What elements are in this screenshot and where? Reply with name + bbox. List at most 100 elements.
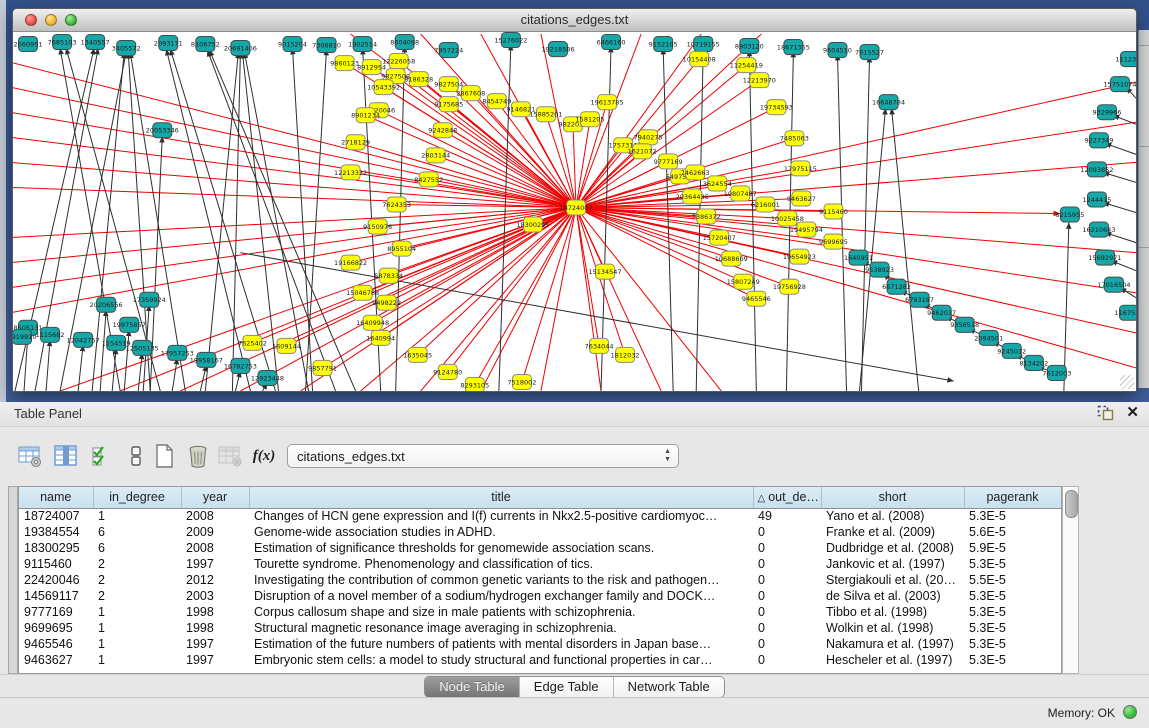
graph-node[interactable]: 9150976 [363,219,392,234]
graph-node[interactable]: 9115460 [819,204,848,219]
cell-short[interactable]: Hescheler et al. (1997) [821,652,964,668]
cell-name[interactable]: 22420046 [19,572,93,588]
graph-node[interactable]: 7624353 [382,197,411,212]
table-row[interactable]: 946554611997Estimation of the future num… [19,636,1061,652]
column-header-title[interactable]: title [249,487,753,508]
cell-in_degree[interactable]: 6 [93,524,181,540]
column-header-pagerank[interactable]: pagerank [964,487,1061,508]
graph-node[interactable]: 9699695 [819,234,848,249]
cell-out_degree[interactable]: 0 [753,524,821,540]
table-row[interactable]: 969969511998Structural magnetic resonanc… [19,620,1061,636]
graph-node[interactable]: 7685103 [48,35,77,50]
cell-title[interactable]: Changes of HCN gene expression and I(f) … [249,508,753,524]
cell-short[interactable]: Nakamura et al. (1997) [821,636,964,652]
cell-title[interactable]: Investigating the contribution of common… [249,572,753,588]
graph-node[interactable]: 7957224 [434,43,463,58]
graph-node[interactable]: 20691406 [224,41,257,56]
graph-node[interactable]: 7306810 [312,38,341,53]
cell-out_degree[interactable]: 0 [753,636,821,652]
cell-pagerank[interactable]: 5.6E-5 [964,524,1061,540]
cell-name[interactable]: 9777169 [19,604,93,620]
cell-short[interactable]: Dudbridge et al. (2008) [821,540,964,556]
cell-year[interactable]: 2008 [181,508,249,524]
graph-node[interactable]: 1902514 [348,37,377,52]
cell-in_degree[interactable]: 1 [93,604,181,620]
table-vertical-scrollbar[interactable] [1062,486,1079,674]
graph-node[interactable]: 15134547 [589,264,622,279]
cell-year[interactable]: 1998 [181,604,249,620]
graph-node[interactable]: 11254419 [730,58,763,73]
cell-name[interactable]: 19384554 [19,524,93,540]
cell-in_degree[interactable]: 2 [93,572,181,588]
graph-node[interactable]: 18671355 [777,40,810,55]
graph-node[interactable]: 15276022 [494,33,527,48]
graph-node[interactable]: 10154408 [683,52,716,67]
graph-node[interactable]: 7518002 [507,374,536,389]
graph-node[interactable]: 9152105 [649,37,678,52]
graph-node[interactable]: 9857791 [308,360,337,375]
cell-name[interactable]: 9699695 [19,620,93,636]
graph-node[interactable]: 9242848 [428,123,457,138]
cell-name[interactable]: 18300295 [19,540,93,556]
cell-in_degree[interactable]: 1 [93,620,181,636]
graph-node[interactable]: 17359924 [133,292,166,307]
graph-node[interactable]: 8215955 [1055,207,1084,222]
graph-node[interactable]: 9463627 [787,191,816,206]
cell-name[interactable]: 9465546 [19,636,93,652]
cell-out_degree[interactable]: 0 [753,540,821,556]
graph-node[interactable]: 9604510 [823,43,852,58]
column-header-in_degree[interactable]: in_degree [93,487,181,508]
graph-node[interactable]: 16782753 [224,358,257,373]
delete-table-trash-icon[interactable] [184,442,212,470]
tab-network-table[interactable]: Network Table [614,677,724,697]
table-row[interactable]: 1830029562008Estimation of significance … [19,540,1061,556]
cell-out_degree[interactable]: 0 [753,572,821,588]
cell-title[interactable]: Corpus callosum shape and size in male p… [249,604,753,620]
column-header-out_degree[interactable]: △out_de… [753,487,821,508]
cell-pagerank[interactable]: 5.3E-5 [964,604,1061,620]
graph-node[interactable]: 8134202 [1019,355,1048,370]
cell-name[interactable]: 9115460 [19,556,93,572]
cell-title[interactable]: Disruption of a novel member of a sodium… [249,588,753,604]
scrollbar-thumb[interactable] [1065,490,1078,518]
table-row[interactable]: 911546021997Tourette syndrome. Phenomeno… [19,556,1061,572]
graph-node[interactable]: 15720407 [703,230,736,245]
table-row[interactable]: 946362711997Embryonic stem cells: a mode… [19,652,1061,668]
graph-node[interactable]: 9356518 [950,317,979,332]
graph-node[interactable]: 2718129 [341,135,370,150]
cell-in_degree[interactable]: 2 [93,556,181,572]
cell-title[interactable]: Embryonic stem cells: a model to study s… [249,652,753,668]
table-row[interactable]: 1456911722003Disruption of a novel membe… [19,588,1061,604]
cell-pagerank[interactable]: 5.3E-5 [964,652,1061,668]
cell-title[interactable]: Structural magnetic resonance image aver… [249,620,753,636]
graph-node[interactable]: 7634044 [585,338,614,353]
graph-node[interactable]: 9015204 [278,37,307,52]
graph-node[interactable]: 19166822 [334,255,367,270]
cell-pagerank[interactable]: 5.5E-5 [964,572,1061,588]
graph-node[interactable]: 1812032 [611,347,640,362]
cell-year[interactable]: 1997 [181,636,249,652]
cell-title[interactable]: Tourette syndrome. Phenomenology and cla… [249,556,753,572]
graph-node[interactable]: 1340557 [81,35,110,50]
cell-out_degree[interactable]: 49 [753,508,821,524]
column-header-short[interactable]: short [821,487,964,508]
graph-node[interactable]: 12226058 [382,54,415,69]
column-header-year[interactable]: year [181,487,249,508]
graph-node[interactable]: 8106752 [191,37,220,52]
cell-short[interactable]: de Silva et al. (2003) [821,588,964,604]
graph-node[interactable]: 19654923 [783,249,816,264]
cell-out_degree[interactable]: 0 [753,652,821,668]
function-builder-icon[interactable]: f(x) [250,442,278,470]
table-row[interactable]: 977716911998Corpus callosum shape and si… [19,604,1061,620]
cell-out_degree[interactable]: 0 [753,556,821,572]
graph-node[interactable]: 9124780 [433,364,462,379]
cell-year[interactable]: 1997 [181,556,249,572]
graph-node[interactable]: 7612003 [1042,365,1071,380]
tab-node-table[interactable]: Node Table [425,677,520,697]
close-panel-icon[interactable]: ✕ [1126,405,1139,421]
graph-node[interactable]: 2093171 [154,36,183,51]
cell-short[interactable]: Yano et al. (2008) [821,508,964,524]
graph-node[interactable]: 7485063 [780,131,809,146]
graph-node[interactable]: 2094501 [974,330,1003,345]
graph-node[interactable]: 8903120 [735,39,764,54]
